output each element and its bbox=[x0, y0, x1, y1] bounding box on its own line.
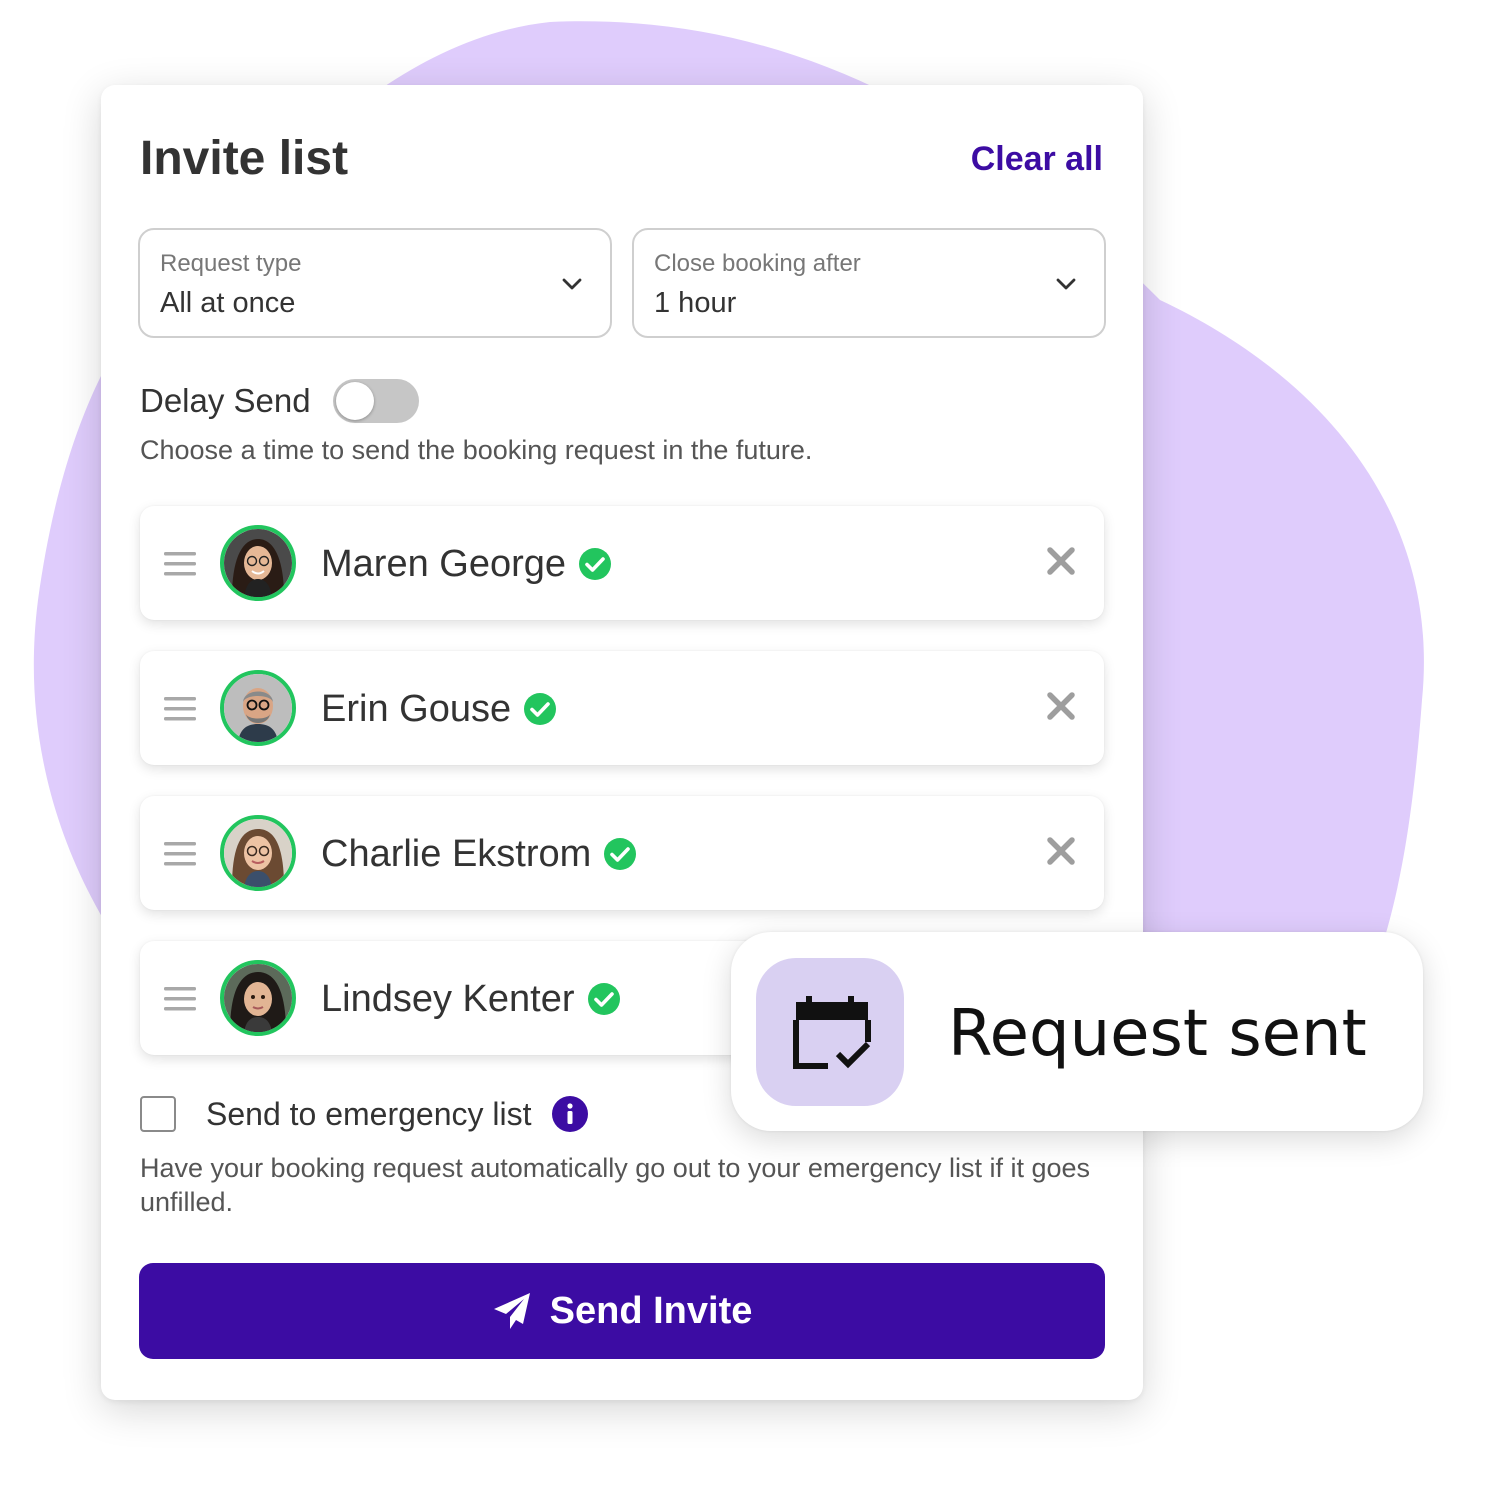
drag-handle-icon[interactable] bbox=[164, 986, 196, 1012]
invitee-row: Charlie Ekstrom bbox=[140, 796, 1104, 910]
close-icon[interactable] bbox=[1046, 546, 1076, 576]
toggle-knob bbox=[335, 382, 374, 420]
close-booking-select[interactable]: Close booking after 1 hour bbox=[632, 228, 1106, 338]
invitee-name-text: Lindsey Kenter bbox=[321, 978, 575, 1020]
drag-handle-icon[interactable] bbox=[164, 696, 196, 722]
verified-check-icon bbox=[524, 693, 557, 725]
close-booking-label: Close booking after bbox=[654, 250, 861, 277]
paper-plane-icon bbox=[493, 1293, 530, 1329]
emergency-list-label: Send to emergency list bbox=[206, 1096, 532, 1132]
delay-send-label: Delay Send bbox=[140, 382, 311, 419]
emergency-list-row: Send to emergency list bbox=[140, 1093, 588, 1135]
invitee-name-text: Erin Gouse bbox=[321, 688, 512, 730]
delay-send-description: Choose a time to send the booking reques… bbox=[140, 435, 813, 465]
clear-all-button[interactable]: Clear all bbox=[971, 137, 1103, 181]
calendar-check-icon bbox=[793, 996, 871, 1069]
delay-send-toggle[interactable] bbox=[332, 379, 419, 423]
invite-list-card: Invite list Clear all Request type All a… bbox=[101, 85, 1143, 1400]
verified-check-icon bbox=[604, 838, 637, 870]
toast-message: Request sent bbox=[948, 997, 1367, 1071]
verified-check-icon bbox=[587, 983, 620, 1015]
request-sent-toast: Request sent bbox=[731, 932, 1423, 1131]
invitee-name-text: Charlie Ekstrom bbox=[321, 833, 592, 875]
request-type-select[interactable]: Request type All at once bbox=[138, 228, 612, 338]
chevron-down-icon bbox=[1056, 278, 1076, 290]
calendar-tile bbox=[756, 958, 904, 1106]
close-booking-value: 1 hour bbox=[654, 287, 737, 319]
verified-check-icon bbox=[579, 548, 612, 580]
invitee-name: Charlie Ekstrom bbox=[321, 832, 637, 876]
drag-handle-icon[interactable] bbox=[164, 551, 196, 577]
avatar bbox=[220, 670, 296, 746]
invitee-row: Maren George bbox=[140, 506, 1104, 620]
invitee-name: Maren George bbox=[321, 542, 612, 586]
invitee-name: Lindsey Kenter bbox=[321, 977, 621, 1021]
close-icon[interactable] bbox=[1046, 836, 1076, 866]
avatar bbox=[220, 960, 296, 1036]
request-type-value: All at once bbox=[160, 287, 296, 319]
emergency-list-checkbox[interactable] bbox=[140, 1096, 176, 1132]
send-invite-button[interactable]: Send Invite bbox=[139, 1263, 1105, 1359]
close-icon[interactable] bbox=[1046, 691, 1076, 721]
page-title: Invite list bbox=[140, 132, 349, 185]
invitee-row: Erin Gouse bbox=[140, 651, 1104, 765]
delay-send-row: Delay Send bbox=[140, 377, 419, 425]
request-type-label: Request type bbox=[160, 250, 302, 277]
avatar bbox=[220, 525, 296, 601]
drag-handle-icon[interactable] bbox=[164, 841, 196, 867]
send-invite-label: Send Invite bbox=[549, 1290, 753, 1332]
info-icon[interactable] bbox=[551, 1096, 588, 1132]
invitee-name-text: Maren George bbox=[321, 543, 567, 585]
chevron-down-icon bbox=[562, 278, 582, 290]
invitee-name: Erin Gouse bbox=[321, 687, 557, 731]
avatar bbox=[220, 815, 296, 891]
emergency-list-description: Have your booking request automatically … bbox=[140, 1153, 1090, 1217]
